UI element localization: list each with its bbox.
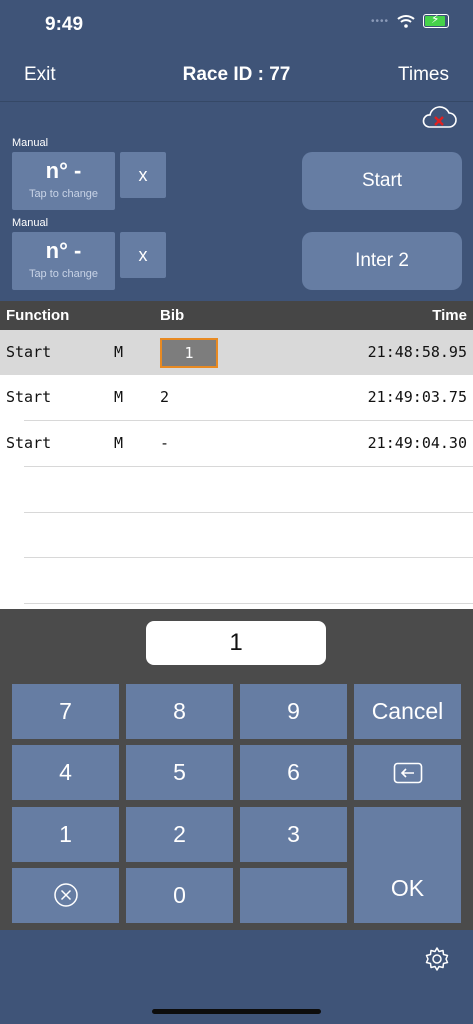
key-4[interactable]: 4	[12, 745, 119, 800]
times-table: Start M 1 21:48:58.95 Start M 2 21:49:03…	[0, 330, 473, 609]
row-divider	[24, 512, 473, 513]
table-header: Function Bib Time	[0, 301, 473, 330]
bib-input-2[interactable]: n° - Tap to change	[12, 232, 115, 290]
bib-input-1[interactable]: n° - Tap to change	[12, 152, 115, 210]
key-9[interactable]: 9	[240, 684, 347, 739]
gear-icon[interactable]	[424, 946, 450, 972]
bib-hint-1: Tap to change	[28, 188, 99, 200]
row-flag: M	[114, 343, 124, 361]
cloud-error-icon[interactable]	[420, 106, 458, 130]
key-3[interactable]: 3	[240, 807, 347, 862]
row-function: Start	[6, 434, 52, 452]
table-row[interactable]: Start M 2 21:49:03.75	[0, 375, 473, 420]
times-button[interactable]: Times	[398, 64, 449, 86]
row-function: Start	[6, 388, 52, 406]
clear-key[interactable]	[12, 868, 119, 923]
row-bib[interactable]: -	[160, 434, 169, 452]
row-divider	[24, 466, 473, 467]
row-divider	[24, 557, 473, 558]
row-function: Start	[6, 343, 52, 361]
row-divider	[24, 603, 473, 604]
backspace-key[interactable]	[354, 745, 461, 800]
inter-2-button[interactable]: Inter 2	[302, 232, 462, 290]
table-row[interactable]: Start M - 21:49:04.30	[0, 421, 473, 466]
wifi-icon	[397, 15, 415, 28]
key-7[interactable]: 7	[12, 684, 119, 739]
bib-value-2: n° -	[45, 238, 82, 263]
header-bib: Bib	[160, 307, 185, 324]
row-flag: M	[114, 434, 124, 452]
bib-value-1: n° -	[45, 158, 82, 183]
key-6[interactable]: 6	[240, 745, 347, 800]
bib-hint-2: Tap to change	[28, 268, 99, 280]
cellular-signal-icon: ••••	[370, 15, 389, 27]
home-indicator	[152, 1009, 321, 1014]
key-8[interactable]: 8	[126, 684, 233, 739]
status-time: 9:49	[45, 14, 84, 35]
start-button[interactable]: Start	[302, 152, 462, 210]
row-time: 21:49:04.30	[367, 434, 467, 452]
ok-key[interactable]: OK	[354, 807, 461, 923]
blank-key	[240, 868, 347, 923]
bib-entry-field[interactable]: 1	[146, 621, 326, 665]
row-bib[interactable]: 2	[160, 388, 169, 406]
backspace-icon	[393, 762, 422, 784]
row-time: 21:49:03.75	[367, 388, 467, 406]
manual-label-1: Manual	[12, 137, 49, 149]
row-time: 21:48:58.95	[367, 343, 467, 361]
manual-label-2: Manual	[12, 217, 49, 229]
key-1[interactable]: 1	[12, 807, 119, 862]
row-bib-selected[interactable]: 1	[160, 338, 218, 368]
row-flag: M	[114, 388, 124, 406]
clear-bib-button-2[interactable]: x	[120, 232, 166, 278]
header-time: Time	[432, 307, 467, 324]
clear-bib-button-1[interactable]: x	[120, 152, 166, 198]
key-5[interactable]: 5	[126, 745, 233, 800]
status-icons: •••• ⚡	[370, 12, 449, 28]
header-function: Function	[6, 307, 70, 324]
table-row[interactable]: Start M 1 21:48:58.95	[0, 330, 473, 375]
cancel-key[interactable]: Cancel	[354, 684, 461, 739]
key-2[interactable]: 2	[126, 807, 233, 862]
key-0[interactable]: 0	[126, 868, 233, 923]
clear-circle-icon	[53, 883, 78, 907]
battery-icon: ⚡	[423, 12, 449, 28]
